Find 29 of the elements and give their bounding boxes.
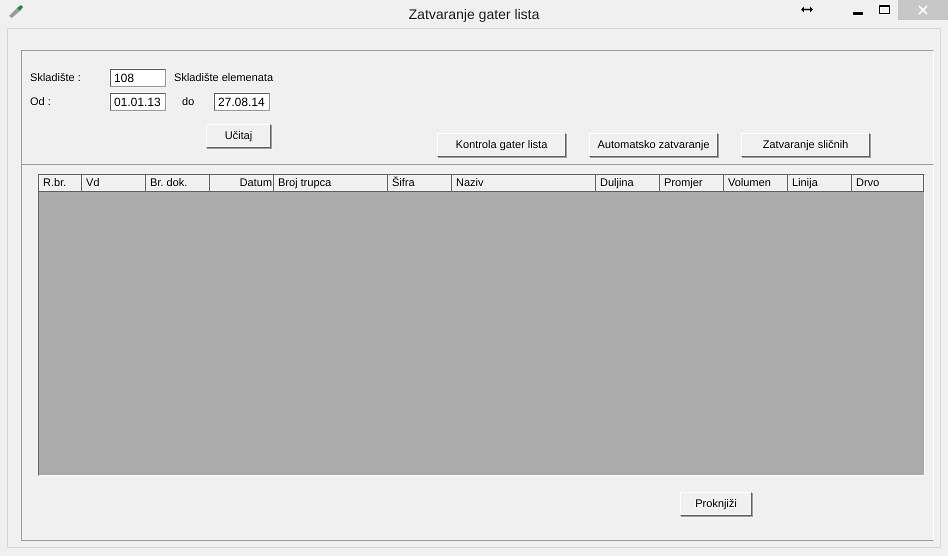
warehouse-name: Skladište elemenata — [174, 72, 274, 84]
window-title: Zatvaranje gater lista — [408, 6, 540, 22]
field-label: Od : — [30, 96, 52, 108]
input-field[interactable]: 27.08.14 — [214, 93, 270, 111]
app-icon — [8, 5, 24, 19]
column-header[interactable]: Broj trupca — [274, 175, 388, 191]
maximize-icon[interactable] — [879, 5, 890, 14]
column-header[interactable]: Vd — [82, 175, 146, 191]
load-button[interactable]: Učitaj — [206, 124, 271, 148]
column-header[interactable]: Šifra — [388, 175, 452, 191]
input-field[interactable]: 108 — [110, 69, 166, 87]
column-header[interactable]: Duljina — [596, 175, 660, 191]
column-header[interactable]: Naziv — [452, 175, 596, 191]
column-header[interactable]: Promjer — [660, 175, 724, 191]
column-header[interactable]: Linija — [788, 175, 852, 191]
post-button[interactable]: Proknjiži — [680, 492, 752, 516]
column-header[interactable]: Br. dok. — [146, 175, 210, 191]
column-header[interactable]: R.br. — [39, 175, 82, 191]
column-header[interactable]: Datum — [210, 175, 274, 191]
field-label: do — [182, 96, 196, 108]
input-field[interactable]: 01.01.13 — [110, 93, 166, 111]
action-button[interactable]: Kontrola gater lista — [437, 133, 566, 157]
action-button[interactable]: Zatvaranje sličnih — [741, 133, 870, 157]
close-icon — [918, 5, 928, 15]
resize-icon[interactable] — [801, 6, 813, 13]
action-button[interactable]: Automatsko zatvaranje — [589, 133, 718, 157]
column-header[interactable]: Drvo — [852, 175, 924, 191]
column-header[interactable]: Volumen — [724, 175, 788, 191]
field-label: Skladište : — [30, 72, 82, 84]
